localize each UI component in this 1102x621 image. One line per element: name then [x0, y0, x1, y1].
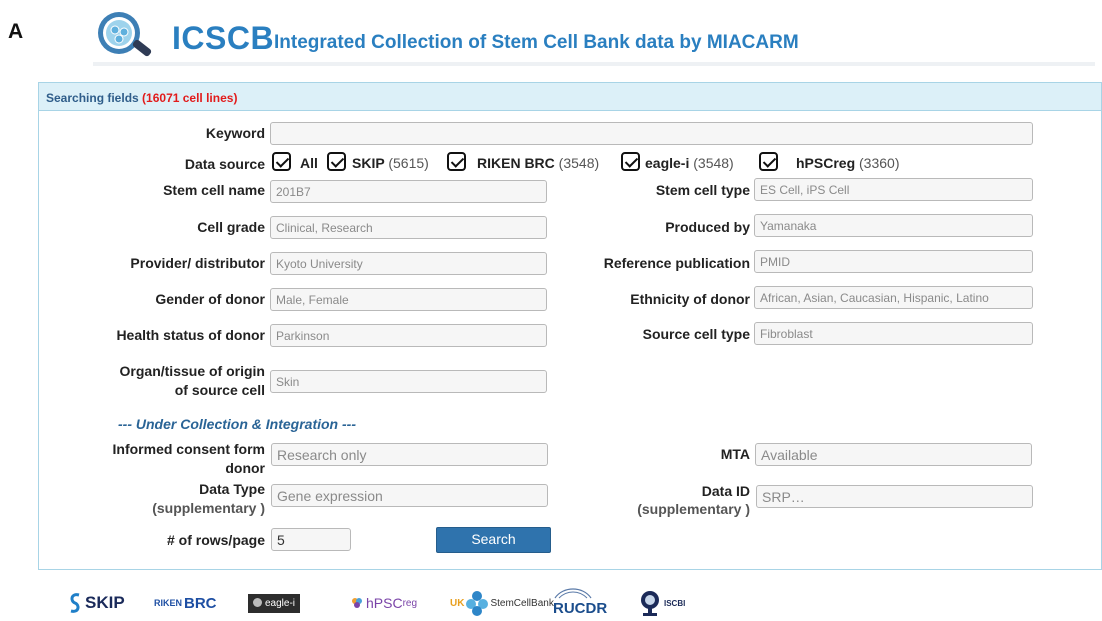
ethnicity-input[interactable]: African, Asian, Caucasian, Hispanic, Lat…: [754, 286, 1033, 309]
produced-by-label: Produced by: [665, 219, 750, 235]
stem-cell-type-input[interactable]: ES Cell, iPS Cell: [754, 178, 1033, 201]
organ-input[interactable]: Skin: [270, 370, 547, 393]
provider-label: Provider/ distributor: [130, 255, 265, 271]
search-panel-header: Searching fields (16071 cell lines): [39, 83, 1101, 111]
cell-grade-label: Cell grade: [197, 219, 265, 235]
keyword-input[interactable]: [270, 122, 1033, 145]
data-id-label-line1: Data ID: [701, 483, 750, 499]
consent-input[interactable]: Research only: [271, 443, 548, 466]
eagle-i-logo-icon[interactable]: eagle-i: [248, 588, 301, 618]
source-all: All: [300, 155, 318, 171]
data-type-input[interactable]: Gene expression: [271, 484, 548, 507]
data-type-label-line1: Data Type: [199, 481, 265, 497]
reference-publication-input[interactable]: PMID: [754, 250, 1033, 273]
health-status-input[interactable]: Parkinson: [270, 324, 547, 347]
keyword-label: Keyword: [205, 125, 265, 141]
riken-brc-logo-icon[interactable]: RIKEN BRC: [154, 588, 217, 618]
mta-input[interactable]: Available: [755, 443, 1032, 466]
source-hpscreg: hPSCreg (3360): [796, 155, 900, 171]
source-skip: SKIP (5615): [352, 155, 429, 171]
data-id-label-line2: (supplementary ): [637, 501, 750, 517]
stem-cell-name-label: Stem cell name: [163, 182, 265, 198]
panel-letter: A: [8, 20, 24, 43]
uk-stem-cell-bank-logo-icon[interactable]: UK StemCellBank: [450, 588, 554, 618]
checkbox-eagle-i[interactable]: [621, 152, 640, 171]
checkbox-hpscreg[interactable]: [759, 152, 778, 171]
data-source-label: Data source: [184, 156, 265, 172]
app-acronym: ICSCB: [172, 20, 275, 56]
search-heading: Searching fields: [46, 91, 139, 105]
organ-label-line1: Organ/tissue of origin: [119, 363, 265, 379]
cell-grade-input[interactable]: Clinical, Research: [270, 216, 547, 239]
iscbi-logo-icon[interactable]: ISCBI: [638, 588, 685, 618]
health-status-label: Health status of donor: [116, 327, 265, 343]
source-cell-type-input[interactable]: Fibroblast: [754, 322, 1033, 345]
mta-label: MTA: [720, 446, 750, 462]
gender-input[interactable]: Male, Female: [270, 288, 547, 311]
skip-logo-icon[interactable]: SKIP: [68, 588, 125, 618]
ethnicity-label: Ethnicity of donor: [630, 291, 750, 307]
checkbox-all[interactable]: [272, 152, 291, 171]
app-title: Integrated Collection of Stem Cell Bank …: [274, 32, 799, 53]
consent-label-line2: donor: [225, 460, 265, 476]
under-collection-note: --- Under Collection & Integration ---: [118, 416, 356, 432]
search-button[interactable]: Search: [436, 527, 551, 553]
cell-line-count: (16071 cell lines): [142, 91, 238, 105]
gender-label: Gender of donor: [155, 291, 265, 307]
rows-per-page-label: # of rows/page: [166, 532, 265, 548]
checkbox-skip[interactable]: [327, 152, 346, 171]
header-divider: [93, 62, 1095, 66]
organ-label-line2: of source cell: [174, 382, 265, 398]
rows-per-page-input[interactable]: 5: [271, 528, 351, 551]
source-riken-brc: RIKEN BRC (3548): [477, 155, 600, 171]
produced-by-input[interactable]: Yamanaka: [754, 214, 1033, 237]
stem-cell-name-input[interactable]: 201B7: [270, 180, 547, 203]
provider-input[interactable]: Kyoto University: [270, 252, 547, 275]
data-id-input[interactable]: SRP…: [756, 485, 1033, 508]
stem-cell-type-label: Stem cell type: [655, 182, 750, 198]
icscb-logo-icon: [93, 8, 157, 62]
data-type-label-line2: (supplementary ): [152, 500, 265, 516]
consent-label-line1: Informed consent form: [112, 441, 265, 457]
rucdr-logo-icon[interactable]: RUCDR: [553, 588, 607, 618]
hpscreg-logo-icon[interactable]: hPSC reg: [350, 588, 417, 618]
checkbox-riken-brc[interactable]: [447, 152, 466, 171]
source-eagle-i: eagle-i (3548): [645, 155, 734, 171]
source-cell-type-label: Source cell type: [642, 326, 750, 342]
reference-publication-label: Reference publication: [603, 255, 750, 271]
